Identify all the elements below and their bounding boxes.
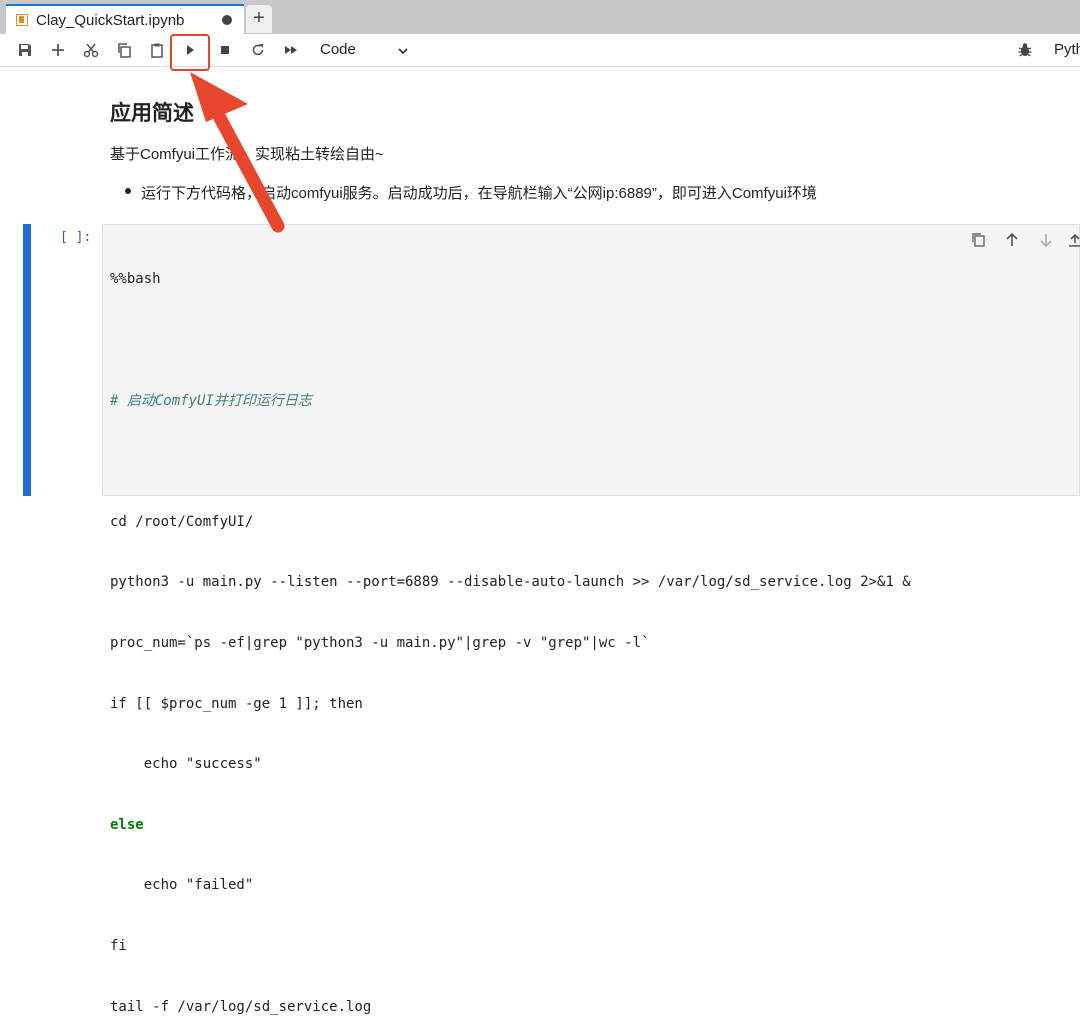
active-cell-indicator[interactable] [23, 224, 31, 496]
move-down-icon[interactable] [1037, 231, 1055, 249]
restart-icon [252, 44, 264, 56]
code-comment-line: # 启动ComfyUI并打印运行日志 [110, 392, 312, 409]
code-line: python3 -u main.py --listen --port=6889 … [110, 574, 911, 591]
fast-forward-icon [285, 46, 297, 54]
chevron-down-icon[interactable] [396, 44, 410, 58]
tab-title: Clay_QuickStart.ipynb [36, 12, 185, 29]
insert-above-icon[interactable] [1066, 231, 1080, 249]
bullet-icon [125, 188, 131, 194]
cut-icon [83, 43, 99, 58]
code-line: if [[ $proc_num -ge 1 ]]; then [110, 695, 363, 712]
cut-button[interactable] [78, 38, 104, 62]
stop-button[interactable] [212, 38, 238, 62]
copy-icon [118, 43, 131, 58]
paste-button[interactable] [144, 38, 170, 62]
stop-icon [221, 46, 229, 54]
save-button[interactable] [12, 38, 38, 62]
code-line: %%bash [110, 271, 161, 288]
copy-button[interactable] [111, 38, 137, 62]
code-line: else [110, 816, 144, 833]
paste-icon [151, 43, 163, 58]
code-block: %%bash # 启动ComfyUI并打印运行日志 cd /root/Comfy… [110, 229, 911, 1036]
add-icon [52, 44, 64, 56]
run-all-button[interactable] [278, 38, 304, 62]
code-line: tail -f /var/log/sd_service.log [110, 998, 372, 1015]
code-line: fi [110, 937, 127, 954]
unsaved-dot-icon[interactable] [222, 15, 232, 25]
tab-strip: Clay_QuickStart.ipynb + [0, 0, 1080, 34]
debugger-icon[interactable] [1016, 41, 1034, 59]
restart-button[interactable] [245, 38, 271, 62]
code-line: proc_num=`ps -ef|grep "python3 -u main.p… [110, 634, 650, 651]
save-icon [19, 44, 31, 56]
insert-cell-button[interactable] [45, 38, 71, 62]
code-line: echo "success" [110, 756, 262, 773]
code-line: cd /root/ComfyUI/ [110, 513, 254, 530]
annotation-arrow-icon [190, 72, 285, 233]
notebook-icon [16, 14, 28, 26]
cell-type-select[interactable]: Code [320, 41, 356, 58]
duplicate-cell-icon[interactable] [970, 231, 988, 249]
cell-prompt: [ ]: [60, 230, 92, 245]
kernel-name[interactable]: Python [1054, 41, 1080, 58]
tab-notebook[interactable]: Clay_QuickStart.ipynb [6, 4, 244, 34]
move-up-icon[interactable] [1003, 231, 1021, 249]
new-tab-button[interactable]: + [246, 5, 272, 33]
code-line: echo "failed" [110, 877, 254, 894]
